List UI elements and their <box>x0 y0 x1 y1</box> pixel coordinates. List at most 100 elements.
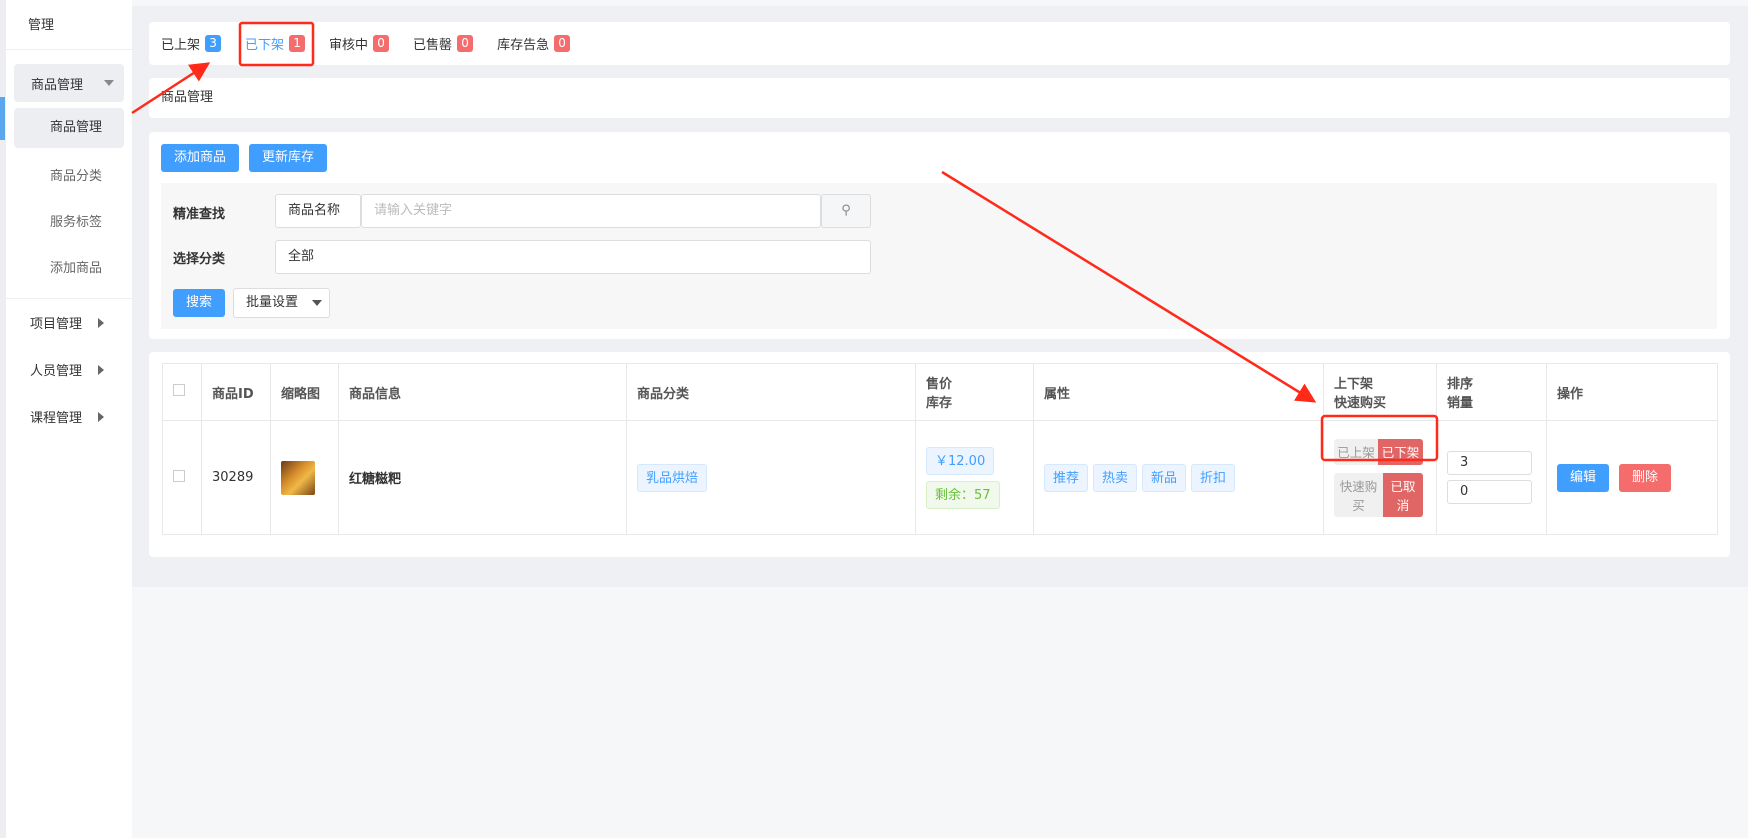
goods-id: 30289 <box>201 420 271 535</box>
col-category: 商品分类 <box>626 363 916 421</box>
edit-button[interactable]: 编辑 <box>1557 463 1610 492</box>
tab-on-shelf[interactable]: 已上架 3 <box>161 34 222 53</box>
table-header: 商品ID 缩略图 商品信息 商品分类 售价 库存 属性 上下架 快速购买 排序 销量 … <box>162 363 1718 421</box>
goods-name: 红糖糍粑 <box>338 420 627 535</box>
search-button[interactable]: 搜索 <box>173 289 226 317</box>
sort-cell: 30 <box>1436 420 1547 535</box>
search-form: 精准查找 商品名称 请输入关键字 ⚲ 选择分类 全部 搜索 批量设置 <box>161 183 1717 329</box>
tab-sold-out[interactable]: 已售罄 0 <box>413 34 474 53</box>
category-cell: 乳品烘焙 <box>626 420 916 535</box>
search-icon[interactable]: ⚲ <box>821 194 871 228</box>
col-sort: 排序 销量 <box>1436 363 1547 421</box>
tab-reviewing[interactable]: 审核中 0 <box>329 34 390 53</box>
add-goods-button[interactable]: 添加商品 <box>161 144 240 172</box>
sidebar-menu-course[interactable]: 课程管理 <box>6 393 132 440</box>
menu-label: 人员管理 <box>30 364 83 379</box>
col-price: 售价 库存 <box>915 363 1034 421</box>
filter-panel: 添加商品 更新库存 精准查找 商品名称 请输入关键字 ⚲ 选择分类 全部 搜索 … <box>149 132 1730 339</box>
sort-input[interactable]: 3 <box>1447 451 1532 475</box>
attr-tag[interactable]: 新品 <box>1142 463 1187 492</box>
tab-off-shelf[interactable]: 已下架 1 <box>245 34 306 53</box>
col-info: 商品信息 <box>338 363 627 421</box>
caret-down-icon <box>312 300 323 306</box>
toggle-on-option[interactable]: 已上架 <box>1334 438 1378 465</box>
attr-tag[interactable]: 折扣 <box>1191 463 1236 492</box>
attr-tag[interactable]: 推荐 <box>1044 463 1089 492</box>
toggle-off-option[interactable]: 已下架 <box>1378 438 1423 465</box>
stock-tag: 剩余：57 <box>926 480 1000 509</box>
sidebar-item-goods-manage[interactable]: 商品管理 <box>14 108 124 148</box>
count-badge: 3 <box>205 35 222 52</box>
caret-right-icon <box>98 317 104 328</box>
table-row: 30289 红糖糍粑 乳品烘焙 ￥12.00 剩余：57 推荐 热卖 新品 折扣 已上架… <box>162 420 1718 535</box>
tab-label: 已下架 <box>245 38 285 53</box>
goods-table-card: 商品ID 缩略图 商品信息 商品分类 售价 库存 属性 上下架 快速购买 排序 销量 … <box>149 352 1730 557</box>
count-badge: 0 <box>457 35 474 52</box>
row-select[interactable] <box>162 420 202 535</box>
menu-label: 项目管理 <box>30 317 83 332</box>
attr-cell: 推荐 热卖 新品 折扣 <box>1033 420 1324 535</box>
sidebar-item-goods-category[interactable]: 商品分类 <box>14 154 124 200</box>
status-tabs: 已上架 3 已下架 1 审核中 0 已售罄 0 库存告急 0 <box>149 22 1730 65</box>
checkbox[interactable] <box>173 384 185 396</box>
thumbnail <box>270 420 339 535</box>
category-select[interactable]: 全部 <box>275 240 871 274</box>
active-indicator <box>0 97 5 140</box>
shelf-cell: 已上架 已下架 快速购买 已取消 <box>1323 420 1437 535</box>
category-label: 选择分类 <box>173 252 226 267</box>
field-select[interactable]: 商品名称 <box>275 194 361 228</box>
caret-down-icon <box>104 80 114 86</box>
breadcrumb: 商品管理 <box>149 78 1730 118</box>
tab-label: 审核中 <box>329 38 369 53</box>
price-tag: ￥12.00 <box>926 446 995 475</box>
sales-input[interactable]: 0 <box>1447 480 1532 504</box>
attr-tag[interactable]: 热卖 <box>1093 463 1138 492</box>
header-line: 销量 <box>1447 396 1474 411</box>
batch-label: 批量设置 <box>246 295 299 310</box>
tab-low-stock[interactable]: 库存告急 0 <box>497 34 571 53</box>
sidebar-group-label: 商品管理 <box>31 77 84 93</box>
col-thumb: 缩略图 <box>270 363 339 421</box>
update-stock-button[interactable]: 更新库存 <box>249 144 328 172</box>
delete-button[interactable]: 删除 <box>1619 463 1672 492</box>
sidebar-menu-people[interactable]: 人员管理 <box>6 346 132 393</box>
quick-buy-toggle[interactable]: 快速购买 已取消 <box>1334 472 1423 517</box>
count-badge: 1 <box>289 35 306 52</box>
checkbox[interactable] <box>173 469 185 482</box>
ops-cell: 编辑 删除 <box>1546 420 1718 535</box>
tab-label: 库存告急 <box>497 38 550 53</box>
header-line: 快速购买 <box>1334 396 1387 411</box>
header-line: 售价 <box>926 377 953 392</box>
exact-search-label: 精准查找 <box>173 207 226 222</box>
sidebar-title: 管理 <box>6 0 132 50</box>
sidebar-item-service-tags[interactable]: 服务标签 <box>14 200 124 246</box>
header-line: 上下架 <box>1334 377 1374 392</box>
category-tag: 乳品烘焙 <box>637 463 708 492</box>
sidebar-menu-project[interactable]: 项目管理 <box>6 299 132 346</box>
tab-label: 已上架 <box>161 38 201 53</box>
tab-label: 已售罄 <box>413 38 453 53</box>
price-cell: ￥12.00 剩余：57 <box>915 420 1034 535</box>
toggle-on-option[interactable]: 快速购买 <box>1334 472 1383 517</box>
main-content: 已上架 3 已下架 1 审核中 0 已售罄 0 库存告急 0 商品管理 添加商品 更新库存… <box>132 6 1748 587</box>
sidebar-group-goods[interactable]: 商品管理 <box>14 64 124 102</box>
shelf-toggle[interactable]: 已上架 已下架 <box>1334 438 1423 465</box>
header-line: 库存 <box>926 396 953 411</box>
count-badge: 0 <box>373 35 390 52</box>
goods-table: 商品ID 缩略图 商品信息 商品分类 售价 库存 属性 上下架 快速购买 排序 销量 … <box>162 363 1718 535</box>
col-ops: 操作 <box>1546 363 1718 421</box>
select-all[interactable] <box>162 363 202 421</box>
keyword-input[interactable]: 请输入关键字 <box>361 194 821 228</box>
sidebar-item-add-goods[interactable]: 添加商品 <box>14 246 124 292</box>
col-attr: 属性 <box>1033 363 1324 421</box>
col-id: 商品ID <box>201 363 271 421</box>
caret-right-icon <box>98 411 104 422</box>
caret-right-icon <box>98 364 104 375</box>
col-shelf: 上下架 快速购买 <box>1323 363 1437 421</box>
sidebar: 管理 商品管理 商品管理 商品分类 服务标签 添加商品 项目管理 人员管理 课程… <box>6 0 132 838</box>
batch-settings-dropdown[interactable]: 批量设置 <box>233 288 330 318</box>
toggle-off-option[interactable]: 已取消 <box>1383 472 1423 517</box>
header-line: 排序 <box>1447 377 1474 392</box>
menu-label: 课程管理 <box>30 411 83 426</box>
count-badge: 0 <box>554 35 571 52</box>
